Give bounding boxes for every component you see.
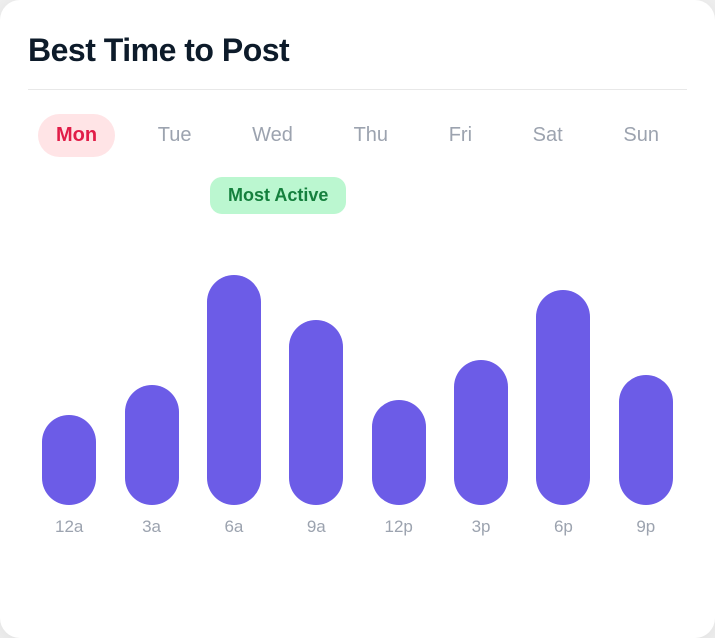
best-time-card: Best Time to Post MonTueWedThuFriSatSun … <box>0 0 715 638</box>
bar-wrap-3p <box>440 360 522 505</box>
x-label-9a: 9a <box>275 517 357 537</box>
divider <box>28 89 687 90</box>
day-tab-mon[interactable]: Mon <box>38 114 115 157</box>
bar-6a <box>207 275 261 505</box>
day-tabs: Mon Tue Wed Thu Fri Sat Sun <box>28 114 687 157</box>
bar-wrap-12p <box>358 400 440 505</box>
bar-wrap-6a <box>193 275 275 505</box>
bars-container <box>28 185 687 505</box>
bar-9p <box>619 375 673 505</box>
bar-3a <box>125 385 179 505</box>
x-label-3a: 3a <box>110 517 192 537</box>
bar-wrap-9p <box>605 375 687 505</box>
bar-wrap-3a <box>110 385 192 505</box>
chart-area: Most Active 12a3a6a9a12p3p6p9p <box>28 185 687 614</box>
day-tab-sun[interactable]: Sun <box>605 114 677 157</box>
x-label-3p: 3p <box>440 517 522 537</box>
bar-12a <box>42 415 96 505</box>
bar-3p <box>454 360 508 505</box>
bar-9a <box>289 320 343 505</box>
day-tab-fri[interactable]: Fri <box>431 114 490 157</box>
card-title: Best Time to Post <box>28 32 687 69</box>
bar-12p <box>372 400 426 505</box>
x-label-12p: 12p <box>358 517 440 537</box>
day-tab-sat[interactable]: Sat <box>515 114 581 157</box>
x-label-12a: 12a <box>28 517 110 537</box>
day-tab-tue[interactable]: Tue <box>140 114 210 157</box>
x-label-6a: 6a <box>193 517 275 537</box>
bar-wrap-6p <box>522 290 604 505</box>
most-active-label: Most Active <box>210 177 346 214</box>
bar-wrap-9a <box>275 320 357 505</box>
x-label-6p: 6p <box>522 517 604 537</box>
bar-wrap-12a <box>28 415 110 505</box>
x-labels: 12a3a6a9a12p3p6p9p <box>28 517 687 537</box>
x-label-9p: 9p <box>605 517 687 537</box>
day-tab-thu[interactable]: Thu <box>336 114 406 157</box>
day-tab-wed[interactable]: Wed <box>234 114 311 157</box>
bar-6p <box>536 290 590 505</box>
